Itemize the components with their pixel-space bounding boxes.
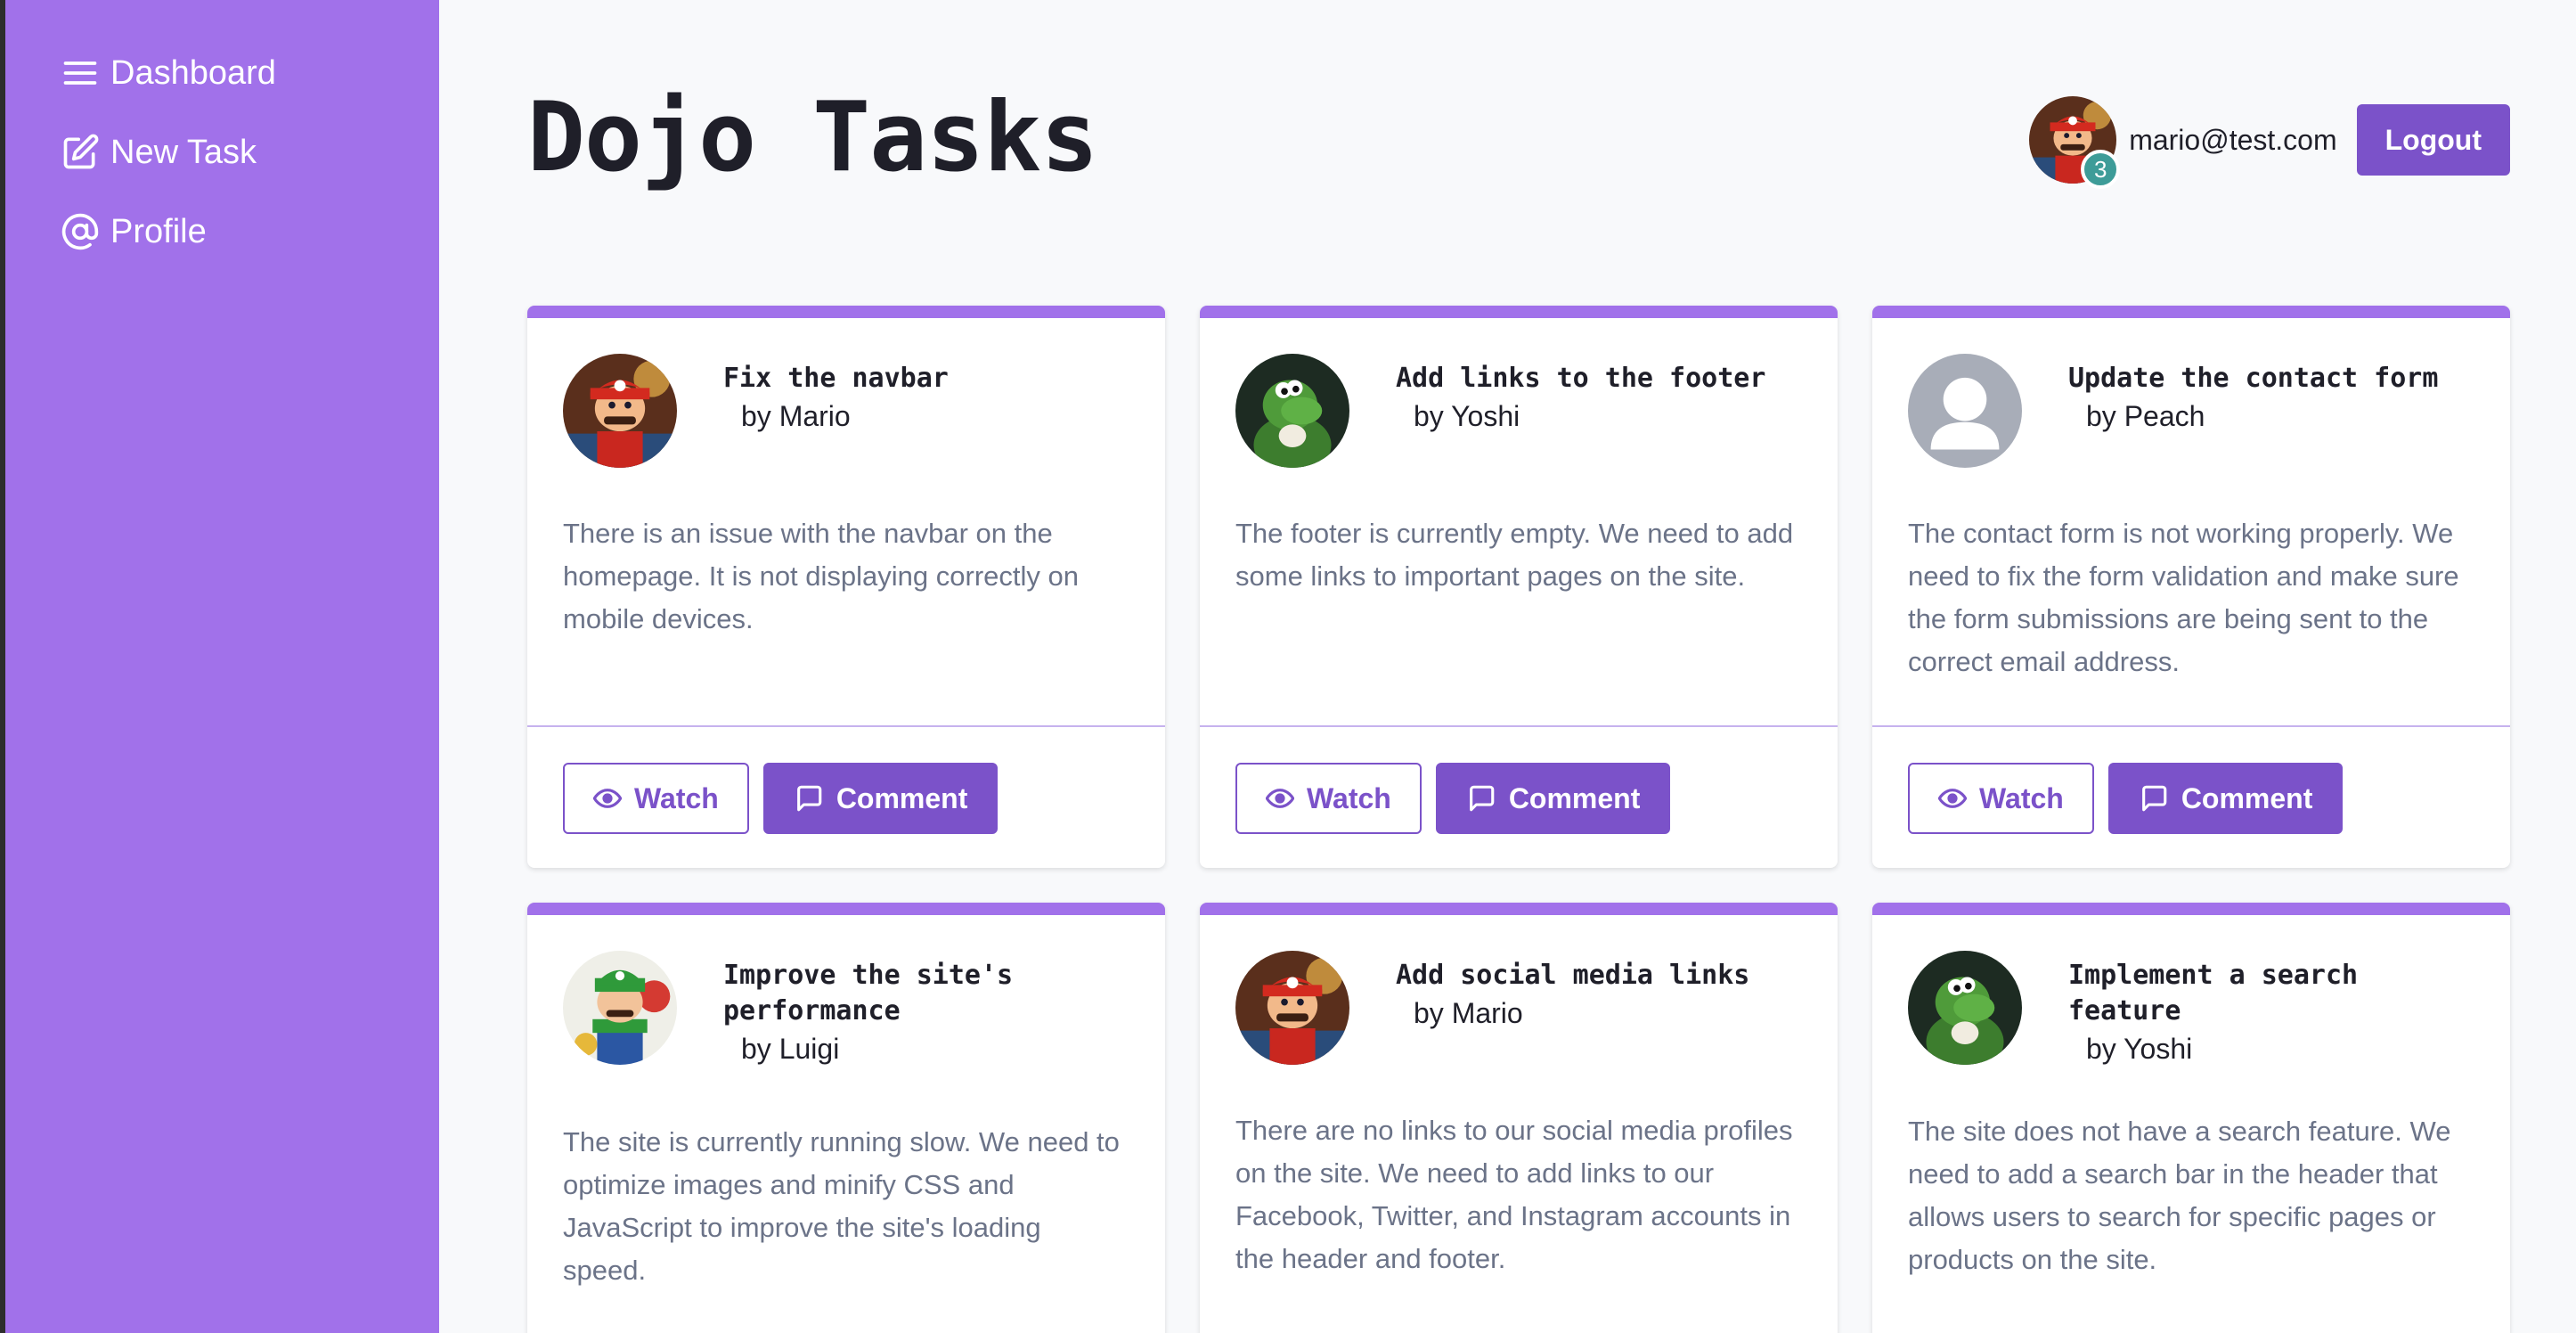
task-title: Improve the site's performance <box>723 960 1014 1026</box>
logout-button[interactable]: Logout <box>2356 104 2510 176</box>
task-card: Update the contact form by Peach The con… <box>1872 306 2510 868</box>
sidebar-item-dashboard[interactable]: Dashboard <box>5 46 439 100</box>
task-card: Add links to the footer by Yoshi The foo… <box>1200 306 1838 868</box>
task-author: by Peach <box>2086 400 2205 432</box>
card-actions: Watch Comment <box>1872 725 2510 868</box>
sidebar-item-label: New Task <box>110 133 257 171</box>
task-author: by Yoshi <box>2086 1033 2193 1065</box>
comment-icon <box>796 785 822 812</box>
task-card: Improve the site's performance by Luigi … <box>527 903 1165 1333</box>
sidebar-item-profile[interactable]: Profile <box>5 205 439 258</box>
comment-button[interactable]: Comment <box>2107 763 2344 834</box>
task-description: The site is currently running slow. We n… <box>563 1126 1120 1286</box>
edit-icon <box>59 131 102 174</box>
sidebar-item-label: Profile <box>110 212 207 250</box>
watch-label: Watch <box>1307 781 1391 814</box>
luigi-avatar <box>563 951 677 1065</box>
default-user-avatar <box>1908 354 2022 468</box>
task-description: The footer is currently empty. We need t… <box>1235 518 1794 592</box>
comment-label: Comment <box>2181 781 2313 814</box>
task-title: Fix the navbar <box>723 363 949 394</box>
eye-icon <box>1938 789 1967 808</box>
task-author: by Yoshi <box>1414 400 1520 432</box>
mario-avatar <box>1235 951 1349 1065</box>
sidebar-item-new-task[interactable]: New Task <box>5 126 439 179</box>
comment-label: Comment <box>1508 781 1641 814</box>
sidebar-item-label: Dashboard <box>110 53 276 92</box>
watch-button[interactable]: Watch <box>563 763 749 834</box>
task-title: Update the contact form <box>2068 363 2439 394</box>
sidebar: Dashboard New Task Profile <box>5 0 439 1333</box>
comment-icon <box>1469 785 1495 812</box>
page-title: Dojo Tasks <box>527 82 1098 193</box>
watch-label: Watch <box>1979 781 2064 814</box>
task-title: Add social media links <box>1396 960 1750 991</box>
mario-avatar <box>563 354 677 468</box>
eye-icon <box>1266 789 1294 808</box>
user-email: mario@test.com <box>2129 123 2337 156</box>
task-description: There is an issue with the navbar on the… <box>563 518 1079 634</box>
task-card: Implement a search feature by Yoshi The … <box>1872 903 2510 1333</box>
yoshi-avatar <box>1908 951 2022 1065</box>
card-actions: Watch Comment <box>1200 725 1838 868</box>
task-author: by Mario <box>741 400 851 432</box>
task-description: The contact form is not working properly… <box>1908 518 2459 677</box>
watch-button[interactable]: Watch <box>1235 763 1422 834</box>
task-title: Implement a search feature <box>2068 960 2359 1026</box>
task-card: Fix the navbar by Mario There is an issu… <box>527 306 1165 868</box>
comment-icon <box>2141 785 2167 812</box>
task-title: Add links to the footer <box>1396 363 1766 394</box>
at-sign-icon <box>59 210 102 253</box>
user-avatar[interactable]: 3 <box>2029 96 2121 189</box>
watch-button[interactable]: Watch <box>1908 763 2094 834</box>
eye-icon <box>593 789 622 808</box>
notification-badge: 3 <box>2081 150 2121 189</box>
main-content: Dojo Tasks 3 mario@test.com Logout Fix t… <box>439 0 2576 1333</box>
task-description: There are no links to our social media p… <box>1235 1115 1793 1274</box>
menu-icon <box>59 52 102 94</box>
card-actions: Watch Comment <box>527 725 1165 868</box>
task-author: by Luigi <box>741 1033 840 1065</box>
task-card: Add social media links by Mario There ar… <box>1200 903 1838 1333</box>
yoshi-avatar <box>1235 354 1349 468</box>
task-description: The site does not have a search feature.… <box>1908 1116 2451 1275</box>
task-author: by Mario <box>1414 997 1523 1029</box>
comment-button[interactable]: Comment <box>762 763 999 834</box>
comment-label: Comment <box>836 781 968 814</box>
watch-label: Watch <box>634 781 719 814</box>
comment-button[interactable]: Comment <box>1435 763 1671 834</box>
user-area: 3 mario@test.com Logout <box>2029 95 2510 189</box>
